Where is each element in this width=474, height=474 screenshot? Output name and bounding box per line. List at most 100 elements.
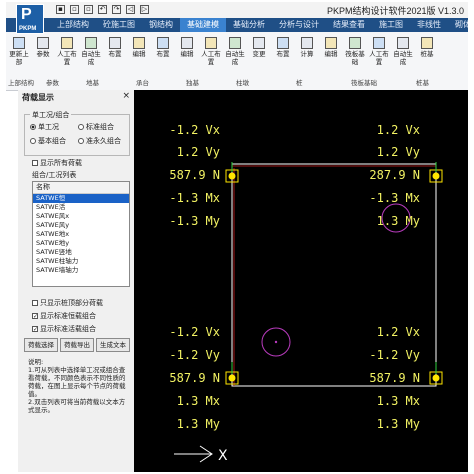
list-item[interactable]: SATWE活 [33,203,129,212]
layout-icon [109,37,121,49]
ribbon: 更新上部 参数 人工布置 自动生成 布置 编辑 布置 编辑 人工布置 自动生成 … [6,32,468,91]
ribbon-pile-edit-button[interactable]: 编辑 [320,37,342,58]
forward-icon[interactable]: ▷ [140,5,149,14]
ribbon-update-button[interactable]: 更新上部 [8,37,30,66]
column-bottom-left[interactable] [225,362,239,385]
group-isolated: 独基 [186,79,199,87]
window-title: PKPM结构设计软件2021版 V1.3.0 [326,6,464,16]
case-list[interactable]: 名称 SATWE恒 SATWE活 SATWE风x SATWE风y SATWE地x… [32,181,130,287]
load-label: 1.3 My [377,214,420,228]
column-top-left[interactable] [225,162,239,183]
column-bottom-right[interactable] [429,362,443,385]
ribbon-raft-button[interactable]: 筏板基础 [344,37,366,66]
group-pier: 柱墩 [236,79,249,87]
checkbox-pile-top[interactable]: 只显示桩顶部分荷载 [32,298,103,308]
list-item[interactable]: SATWE恒 [33,194,129,203]
tab-nonlinear[interactable]: 非线性 [410,18,448,32]
back-icon[interactable]: ◁ [126,5,135,14]
load-label: -1.2 Vy [169,348,220,362]
load-label: -1.2 Vx [169,123,220,137]
tab-concrete-drawing[interactable]: 砼施工图 [96,18,142,32]
ribbon-manual3-button[interactable]: 人工布置 [368,37,390,66]
tab-results[interactable]: 结果查看 [326,18,372,32]
tab-foundation-analysis[interactable]: 基础分析 [226,18,272,32]
menu-tabs: 上部结构 砼施工图 钢结构 基础建模 基础分析 分析与设计 结果查看 施工图 非… [6,18,468,32]
panel-description: 说明: 1.可从列表中选择单工况或组合查看荷载，不同颜色表示不同性质的荷载，在图… [28,358,126,414]
list-item[interactable]: SATWE风y [33,221,129,230]
radio-standard-combo[interactable]: 标准组合 [78,122,114,132]
load-label: 587.9 N [169,371,220,385]
panel-title: 荷载显示 [22,93,54,102]
group-pile-foundation: 桩基 [416,79,429,87]
tab-drawings[interactable]: 施工图 [372,18,410,32]
redo-icon[interactable]: ↷ [112,5,121,14]
list-item[interactable]: SATWE地y [33,239,129,248]
list-item[interactable]: SATWE柱轴力 [33,257,129,266]
ribbon-layout2-button[interactable]: 布置 [152,37,174,58]
save-icon[interactable]: ▪ [56,5,65,14]
refresh-icon [13,37,25,49]
list-item[interactable]: SATWE地x [33,230,129,239]
ribbon-pile-foundation-button[interactable]: 桩基 [416,37,438,58]
group-params: 参数 [46,79,59,87]
calc-icon [301,37,313,49]
group-superstructure: 上部结构 [8,79,34,87]
checkbox-live-combo[interactable]: ✓ 显示标准活载组合 [32,324,96,334]
auto-icon [229,37,241,49]
new-icon[interactable]: ▫ [84,5,93,14]
tab-superstructure[interactable]: 上部结构 [50,18,96,32]
drawing-canvas[interactable]: -1.2 Vx 1.2 Vy 587.9 N -1.3 Mx -1.3 My 1… [134,90,468,472]
radio-quasi-permanent[interactable]: 准永久组合 [78,136,121,146]
checkbox-dead-combo[interactable]: ✓ 显示标准恒载组合 [32,311,96,321]
ribbon-manual-layout-button[interactable]: 人工布置 [56,37,78,66]
x-axis-indicator: X [174,445,228,464]
list-item[interactable]: SATWE风x [33,212,129,221]
edit-icon [181,37,193,49]
ribbon-change-button[interactable]: 变更 [248,37,270,58]
list-header: 名称 [33,182,129,194]
manual-icon [61,37,73,49]
tab-analysis-design[interactable]: 分析与设计 [272,18,326,32]
ribbon-manual2-button[interactable]: 人工布置 [200,37,222,66]
ribbon-edit2-button[interactable]: 编辑 [176,37,198,58]
ribbon-calc-button[interactable]: 计算 [296,37,318,58]
ribbon-layout-button[interactable]: 布置 [104,37,126,58]
load-label: 1.2 Vy [177,145,220,159]
load-export-button[interactable]: 荷载导出 [60,338,94,352]
load-label: 1.2 Vx [377,123,420,137]
app-logo[interactable]: P PKPM [16,4,44,34]
ribbon-params-button[interactable]: 参数 [32,37,54,58]
column-top-right[interactable] [429,162,443,183]
generate-text-button[interactable]: 生成文本 [96,338,130,352]
load-pick-button[interactable]: 荷载选择 [24,338,58,352]
change-icon [253,37,265,49]
radio-single-case[interactable]: 单工况 [30,122,59,132]
case-group-box [24,114,130,156]
checkbox-show-all[interactable]: 显示所有荷载 [32,158,82,168]
ribbon-auto-generate-button[interactable]: 自动生成 [80,37,102,66]
auto-icon [85,37,97,49]
ribbon-edit-button[interactable]: 编辑 [128,37,150,58]
close-icon[interactable]: × [122,91,130,101]
tab-steel[interactable]: 钢结构 [142,18,180,32]
load-label: 1.2 Vx [377,325,420,339]
load-label: -1.3 My [169,214,220,228]
group-raft: 筏板基础 [351,79,377,87]
drawing-svg[interactable]: -1.2 Vx 1.2 Vy 587.9 N -1.3 Mx -1.3 My 1… [134,90,468,472]
list-item[interactable]: SATWE竖地 [33,248,129,257]
load-label: 1.3 Mx [177,394,220,408]
list-item[interactable]: SATWE墙轴力 [33,266,129,275]
radio-basic-combo[interactable]: 基本组合 [30,136,66,146]
undo-icon[interactable]: ↶ [98,5,107,14]
ribbon-auto2-button[interactable]: 自动生成 [224,37,246,66]
ribbon-auto3-button[interactable]: 自动生成 [392,37,414,66]
group-cap: 承台 [136,79,149,87]
raft-icon [349,37,361,49]
open-icon[interactable]: ▫ [70,5,79,14]
load-label: 287.9 N [369,168,420,182]
load-label: 1.2 Vy [377,145,420,159]
tab-masonry[interactable]: 砌体结构 [448,18,468,32]
tab-foundation-model[interactable]: 基础建模 [180,18,226,32]
load-label: -1.3 Mx [169,191,220,205]
ribbon-pile-layout-button[interactable]: 布置 [272,37,294,58]
